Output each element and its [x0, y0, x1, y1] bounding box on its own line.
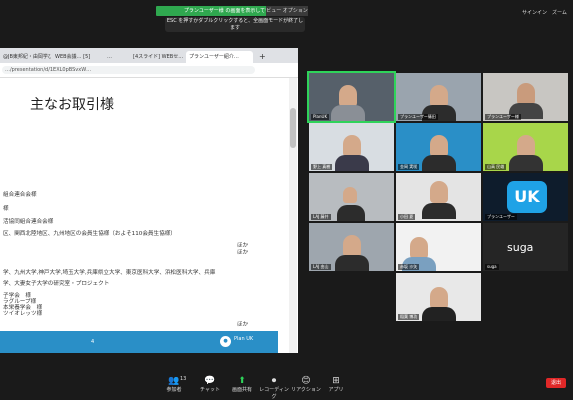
video-tile[interactable]: 山高 民雄: [483, 123, 568, 171]
participant-name: LAJ 藤井: [311, 214, 331, 220]
video-tile[interactable]: 野上 真樹: [309, 123, 394, 171]
participant-name: 赤坂 沙矢: [398, 264, 420, 270]
video-tile[interactable]: LAJ 藤井: [309, 173, 394, 221]
chat-button[interactable]: 💬 チャット: [196, 376, 224, 393]
browser-tab-active[interactable]: プランユーザー紹介…: [186, 51, 253, 63]
video-tile[interactable]: LAJ 由山: [309, 223, 394, 271]
planuk-logo-text: Plan UK: [234, 336, 254, 342]
apps-button[interactable]: ⊞ アプリ: [322, 376, 350, 393]
slide-line: 学、九州大学,神戸大学,埼玉大学,兵庫県立大学、東京医科大学、浜松医科大学、兵庫: [3, 270, 216, 276]
slide-title: 主なお取引様: [30, 97, 114, 113]
participant-name: 小田 夏: [398, 214, 416, 220]
video-tile[interactable]: 赤坂 沙矢: [396, 223, 481, 271]
participant-display-name: suga: [507, 241, 534, 254]
video-tile[interactable]: プランユーザー篠田: [396, 73, 481, 121]
reactions-icon: 😊: [301, 376, 311, 386]
slide-line: ツイオレッツ様: [3, 311, 43, 317]
participant-name: PlanUK: [311, 114, 330, 120]
record-icon: ⏺: [271, 376, 277, 386]
zoom-label: ズーム: [552, 10, 567, 16]
participant-name: 山高 民雄: [485, 164, 507, 170]
participant-name: 野上 真樹: [311, 164, 333, 170]
shared-browser-window: @JB東邦紀・由岡学び… WEB会議… [5] … [4スライド] WEBセ… …: [0, 48, 298, 353]
browser-tab[interactable]: …: [104, 51, 129, 63]
browser-tab[interactable]: @JB東邦紀・由岡学び…: [0, 51, 51, 63]
meeting-toolbar: 👥 参加者 13 💬 チャット ⬆ 画面共有 ⏺ レコーディング 😊 リアクショ…: [0, 372, 573, 400]
planuk-logo-icon: ●: [220, 336, 231, 347]
chat-icon: 💬: [204, 376, 216, 386]
slide-hoka: ほか: [237, 250, 249, 256]
participant-name: LAJ 由山: [311, 264, 331, 270]
address-bar: …/presentation/d/1EXL0pBSvxW…: [0, 63, 298, 78]
participant-name: 稲葉 博功: [398, 314, 420, 320]
slide-line: 区、関西北陸地区、九州地区の会員生協様（およそ110会員生協様）: [3, 231, 176, 237]
participant-name: プランユーザー: [485, 214, 517, 220]
slide-line: ラグループ様: [3, 299, 37, 305]
participant-name: suga: [485, 264, 499, 270]
slide-line: 学、大妻女子大学の研究室・プロジェクト: [3, 281, 110, 287]
page-number: 4: [91, 339, 95, 345]
video-tile[interactable]: プランユーザー様: [483, 73, 568, 121]
apps-icon: ⊞: [332, 376, 340, 386]
share-screen-icon: ⬆: [238, 376, 246, 386]
participant-name: プランユーザー様: [485, 114, 521, 120]
signin-link[interactable]: サインイン: [522, 9, 547, 16]
share-screen-button[interactable]: ⬆ 画面共有: [228, 376, 256, 393]
new-tab-button[interactable]: +: [256, 51, 269, 63]
leave-meeting-button[interactable]: 退出: [546, 378, 566, 388]
planuk-logo-icon: UK: [507, 181, 547, 213]
participant-name: 金岡 実咲: [398, 164, 420, 170]
browser-tab[interactable]: WEB会議… [5]: [52, 51, 103, 63]
video-tile[interactable]: 稲葉 博功: [396, 273, 481, 321]
video-tile[interactable]: 小田 夏: [396, 173, 481, 221]
participant-name: プランユーザー篠田: [398, 114, 438, 120]
fullscreen-esc-hint: ESC を押すかダブルクリックすると、全画面モードが終了します: [165, 17, 305, 32]
record-button[interactable]: ⏺ レコーディング: [258, 376, 290, 400]
slide-line: 様: [3, 206, 9, 212]
video-tile[interactable]: UK プランユーザー: [483, 173, 568, 221]
url-field[interactable]: …/presentation/d/1EXL0pBSvxW…: [2, 66, 255, 74]
video-tile[interactable]: 金岡 実咲: [396, 123, 481, 171]
browser-tab-bar: @JB東邦紀・由岡学び… WEB会議… [5] … [4スライド] WEBセ… …: [0, 48, 298, 63]
slide-line: 組合連合会様: [3, 192, 37, 198]
reactions-button[interactable]: 😊 リアクション: [290, 376, 322, 393]
slide-hoka: ほか: [237, 322, 249, 328]
browser-tab[interactable]: [4スライド] WEBセ…: [130, 51, 185, 63]
participant-count: 13: [180, 376, 187, 382]
video-tile[interactable]: suga suga: [483, 223, 568, 271]
slide-footer: 4 ● Plan UK: [0, 331, 278, 353]
scrollbar-thumb[interactable]: [290, 108, 296, 148]
video-tile[interactable]: PlanUK: [307, 71, 396, 123]
view-options-button[interactable]: ビュー オプション ▾: [266, 6, 308, 24]
slide-line: 活協同組合連合会様: [3, 219, 54, 225]
